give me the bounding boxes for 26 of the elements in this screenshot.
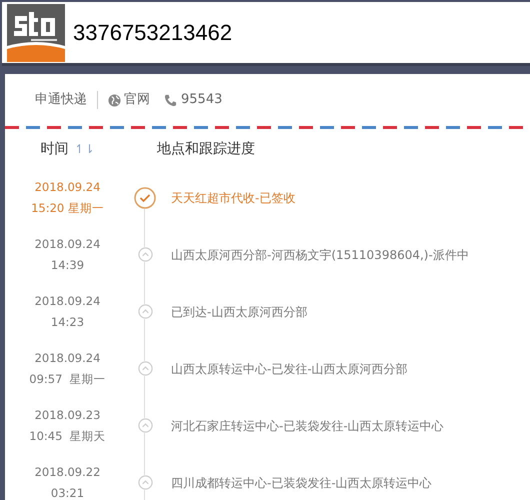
phone-icon	[164, 94, 177, 106]
progress-column-header: 地点和跟踪进度	[157, 140, 255, 158]
event-description: 山西太原河西分部-河西杨文宇(15110398604,)-派件中	[171, 246, 469, 264]
event-date: 2018.09.24	[34, 178, 100, 196]
event-date: 2018.09.23	[34, 406, 100, 424]
carrier-name: 申通快递	[35, 91, 87, 110]
event-date: 2018.09.22	[34, 464, 100, 480]
globe-icon	[108, 94, 121, 106]
event-date: 2018.09.24	[34, 236, 100, 252]
event-time: 09:57 星期一	[29, 370, 106, 388]
event-description: 山西太原转运中心-已发往-山西太原河西分部	[171, 360, 408, 378]
website-link[interactable]: 官网	[108, 90, 150, 110]
event-description: 四川成都转运中心-已装袋发往-山西太原转运中心	[171, 474, 432, 492]
event-time: 14:39	[50, 256, 84, 274]
event-date: 2018.09.24	[34, 292, 100, 310]
tracking-number: 3376753213462	[73, 19, 232, 47]
event-time: 10:45 星期天	[29, 428, 106, 444]
event-time: 15:20 星期一	[31, 200, 104, 216]
phone-number: 95543	[164, 90, 222, 110]
event-time: 03:21	[50, 484, 84, 500]
event-description: 已到达-山西太原河西分部	[171, 304, 308, 320]
time-column-header: 时间	[40, 140, 68, 158]
event-time: 14:23	[50, 314, 84, 330]
event-description: 天天红超市代收-已签收	[171, 190, 296, 206]
event-date: 2018.09.24	[34, 350, 100, 366]
event-description: 河北石家庄转运中心-已装袋发往-山西太原转运中心	[171, 418, 444, 434]
